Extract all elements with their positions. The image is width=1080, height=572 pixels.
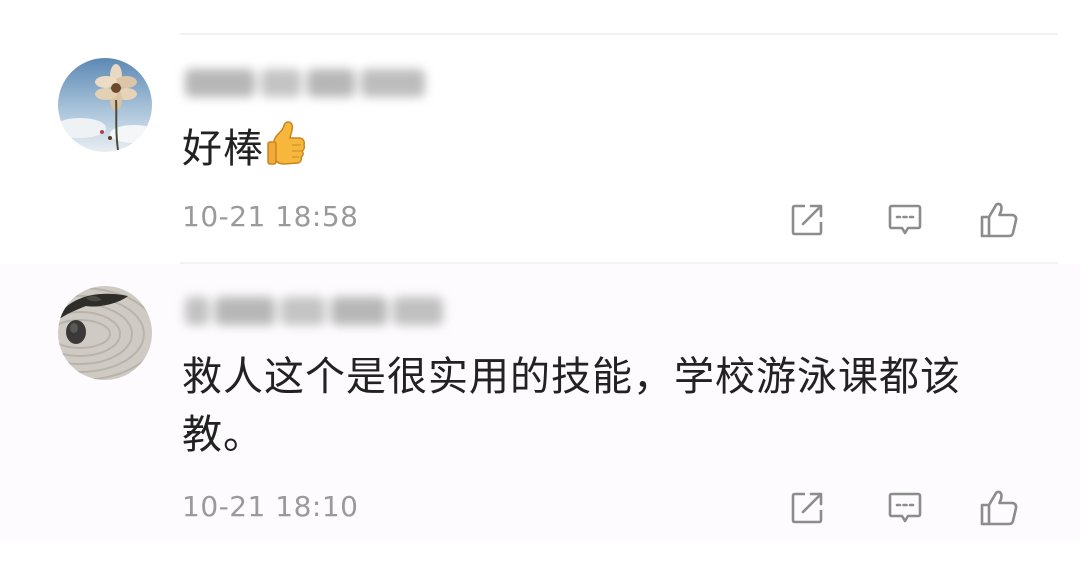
comment-text: 好棒 [182,120,1000,184]
like-icon[interactable] [977,486,1021,530]
comment-item: 好棒 10-21 18:58 [0,36,1080,262]
divider [180,33,1058,35]
comment-text-content: 好棒 [182,126,264,172]
comment-item: 救人这个是很实用的技能，学校游泳课都该教。 10-21 18:10 [0,264,1080,542]
like-icon[interactable] [977,198,1021,242]
thumbs-up-emoji-icon [266,120,306,184]
share-icon[interactable] [785,486,829,530]
reply-icon[interactable] [883,486,927,530]
comment-actions [785,198,1030,242]
username-blurred[interactable] [185,56,440,110]
username-blurred[interactable] [185,284,445,338]
comment-timestamp: 10-21 18:10 [182,490,359,523]
avatar[interactable] [58,286,152,380]
comment-list: 好棒 10-21 18:58 救人这个是很实用的技能，学校游泳课都该教。 10-… [0,0,1080,572]
comment-actions [785,486,1030,530]
comment-timestamp: 10-21 18:58 [182,200,359,233]
reply-icon[interactable] [883,198,927,242]
share-icon[interactable] [785,198,829,242]
comment-text: 救人这个是很实用的技能，学校游泳课都该教。 [182,354,961,458]
avatar[interactable] [58,58,152,152]
